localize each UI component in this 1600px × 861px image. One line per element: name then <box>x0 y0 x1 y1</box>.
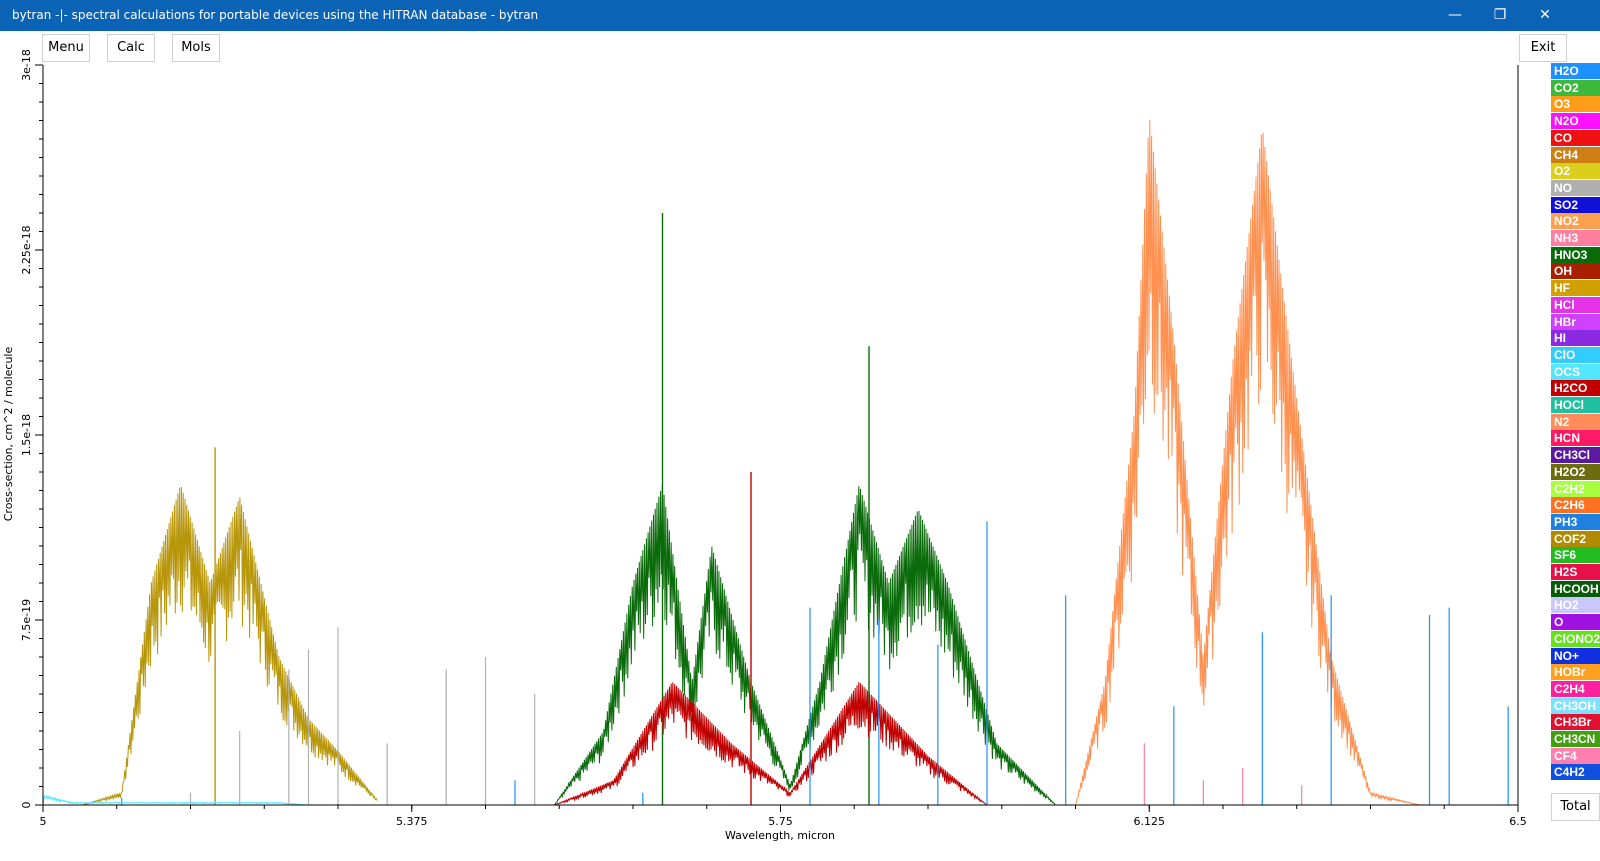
molecule-toggle-ocs[interactable]: OCS <box>1551 363 1600 380</box>
molecule-toggle-cof2[interactable]: COF2 <box>1551 530 1600 547</box>
series-h2o <box>121 521 1509 805</box>
molecule-toggle-ch3cl[interactable]: CH3Cl <box>1551 447 1600 464</box>
molecule-toggle-hcl[interactable]: HCl <box>1551 296 1600 313</box>
y-tick-label: 3e-18 <box>20 49 33 81</box>
y-axis-label: Cross-section, cm^2 / molecule <box>2 347 15 522</box>
x-tick-label: 6.125 <box>1134 815 1166 828</box>
molecule-toggle-hocl[interactable]: HOCl <box>1551 397 1600 413</box>
molecule-toggle-h2o2[interactable]: H2O2 <box>1551 463 1600 480</box>
x-tick-label: 6.5 <box>1509 815 1527 828</box>
molecule-toggle-clono2[interactable]: ClONO2 <box>1551 630 1600 647</box>
maximize-icon[interactable]: ❐ <box>1477 0 1523 31</box>
series-no <box>189 627 536 805</box>
x-axis-label: Wavelength, micron <box>725 829 835 842</box>
series-nh3 <box>1143 743 1303 805</box>
molecule-toggle-hf[interactable]: HF <box>1551 280 1600 297</box>
minimize-icon[interactable]: — <box>1432 0 1478 31</box>
molecule-toggle-c4h2[interactable]: C4H2 <box>1551 764 1600 781</box>
x-tick-label: 5.375 <box>396 815 428 828</box>
molecule-toggle-c2h2[interactable]: C2H2 <box>1551 480 1600 497</box>
molecule-toggle-ch3br[interactable]: CH3Br <box>1551 714 1600 731</box>
molecule-toggle-h2s[interactable]: H2S <box>1551 564 1600 580</box>
x-tick-label: 5.75 <box>768 815 793 828</box>
molecule-toggle-clo[interactable]: ClO <box>1551 346 1600 363</box>
x-tick-label: 5 <box>40 815 47 828</box>
molecule-toggle-ho2[interactable]: HO2 <box>1551 597 1600 614</box>
molecule-toggle-no+[interactable]: NO+ <box>1551 647 1600 664</box>
molecule-toggle-oh[interactable]: OH <box>1551 263 1600 280</box>
molecule-toggle-nh3[interactable]: NH3 <box>1551 230 1600 246</box>
spectrum-chart: 5 5.375 5.75 6.125 6.5 0 7.5e-19 1.5e-18 2.25e-1… <box>2 49 1527 842</box>
molecule-toggle-ph3[interactable]: PH3 <box>1551 513 1600 530</box>
series-n2 <box>1075 119 1419 806</box>
total-button[interactable]: Total <box>1551 793 1600 821</box>
series-hf <box>82 447 378 806</box>
molecule-toggle-co[interactable]: CO <box>1551 129 1600 146</box>
series-line <box>1075 119 1419 806</box>
window-title: bytran -|- spectral calculations for por… <box>12 8 539 22</box>
molecule-toggle-so2[interactable]: SO2 <box>1551 196 1600 213</box>
molecule-toggle-sf6[interactable]: SF6 <box>1551 547 1600 564</box>
series-line <box>82 486 378 806</box>
series-h2co <box>554 472 987 806</box>
molecule-toggle-n2[interactable]: N2 <box>1551 413 1600 430</box>
molecule-toggle-n2o[interactable]: N2O <box>1551 113 1600 130</box>
molecule-toggle-no2[interactable]: NO2 <box>1551 213 1600 230</box>
molecule-toggle-hi[interactable]: HI <box>1551 330 1600 347</box>
molecule-toggle-cf4[interactable]: CF4 <box>1551 747 1600 764</box>
close-icon[interactable]: ✕ <box>1522 0 1568 31</box>
molecule-toggle-c2h4[interactable]: C2H4 <box>1551 680 1600 697</box>
series-layer <box>42 119 1509 806</box>
y-tick-label: 0 <box>20 802 33 809</box>
series-hno3 <box>553 213 1056 806</box>
y-tick-label: 1.5e-18 <box>20 414 33 456</box>
molecule-toggle-ch3oh[interactable]: CH3OH <box>1551 697 1600 714</box>
molecule-toggle-o[interactable]: O <box>1551 614 1600 631</box>
molecule-toggle-o3[interactable]: O3 <box>1551 96 1600 113</box>
molecule-toggle-hcn[interactable]: HCN <box>1551 430 1600 447</box>
molecule-toggle-no[interactable]: NO <box>1551 179 1600 196</box>
molecule-toggle-hobr[interactable]: HOBr <box>1551 664 1600 681</box>
molecule-toggle-hbr[interactable]: HBr <box>1551 313 1600 330</box>
title-bar: bytran -|- spectral calculations for por… <box>0 0 1600 31</box>
molecule-toggle-o2[interactable]: O2 <box>1551 163 1600 180</box>
molecule-toggle-h2co[interactable]: H2CO <box>1551 380 1600 397</box>
series-line <box>42 793 309 806</box>
molecule-toggle-ch4[interactable]: CH4 <box>1551 146 1600 163</box>
y-tick-label: 2.25e-18 <box>20 225 33 274</box>
series-ocs <box>42 793 309 806</box>
y-tick-label: 7.5e-19 <box>20 599 33 641</box>
molecule-toggle-hno3[interactable]: HNO3 <box>1551 246 1600 263</box>
molecule-toggle-co2[interactable]: CO2 <box>1551 79 1600 96</box>
molecule-toggle-h2o[interactable]: H2O <box>1551 63 1600 79</box>
molecule-toggle-c2h6[interactable]: C2H6 <box>1551 497 1600 514</box>
molecule-toggle-hcooh[interactable]: HCOOH <box>1551 580 1600 597</box>
molecule-toggle-ch3cn[interactable]: CH3CN <box>1551 731 1600 747</box>
